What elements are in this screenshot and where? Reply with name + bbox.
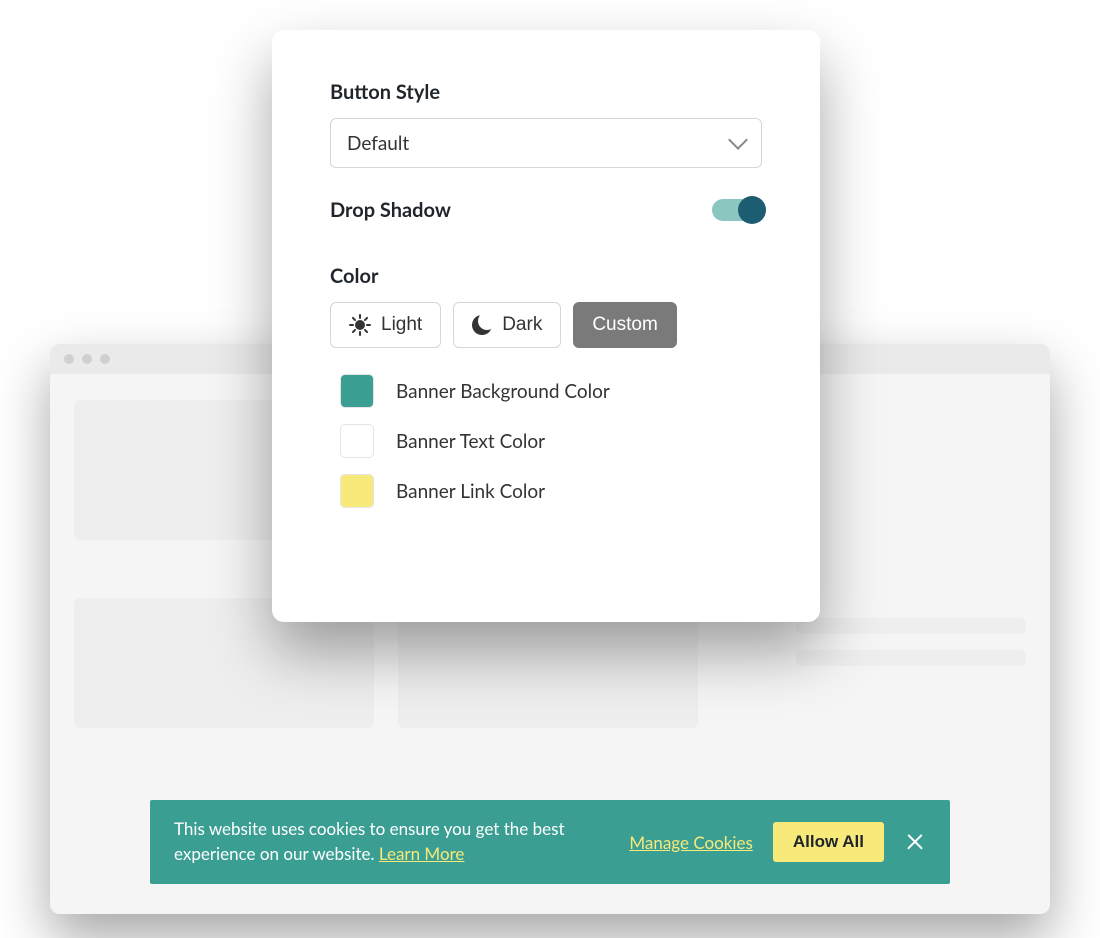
style-panel: Button Style Default Drop Shadow Color xyxy=(272,30,820,622)
color-mode-segment: Light Dark Custom xyxy=(330,302,762,348)
button-style-value: Default xyxy=(347,132,409,155)
traffic-light-green xyxy=(100,354,110,364)
button-style-select[interactable]: Default xyxy=(330,118,762,168)
color-mode-custom[interactable]: Custom xyxy=(573,302,676,348)
color-mode-custom-label: Custom xyxy=(592,314,657,336)
cookie-message: This website uses cookies to ensure you … xyxy=(174,818,565,864)
cookie-banner: This website uses cookies to ensure you … xyxy=(150,800,950,884)
color-mode-dark-label: Dark xyxy=(502,314,542,336)
manage-cookies-link[interactable]: Manage Cookies xyxy=(629,832,752,853)
close-icon[interactable] xyxy=(904,831,926,853)
swatch-row-link: Banner Link Color xyxy=(340,474,762,508)
color-mode-light-label: Light xyxy=(381,314,422,336)
chevron-down-icon xyxy=(728,130,748,150)
placeholder-block xyxy=(74,400,294,540)
swatch-link[interactable] xyxy=(340,474,374,508)
traffic-light-red xyxy=(64,354,74,364)
swatch-link-label: Banner Link Color xyxy=(396,480,545,503)
moon-icon xyxy=(472,315,492,335)
drop-shadow-toggle[interactable] xyxy=(712,199,762,221)
placeholder-line xyxy=(796,618,1026,634)
allow-all-button[interactable]: Allow All xyxy=(773,822,884,862)
cookie-text: This website uses cookies to ensure you … xyxy=(174,817,609,866)
toggle-knob xyxy=(738,196,766,224)
button-style-label: Button Style xyxy=(330,80,762,104)
swatch-text-label: Banner Text Color xyxy=(396,430,545,453)
traffic-light-yellow xyxy=(82,354,92,364)
color-mode-dark[interactable]: Dark xyxy=(453,302,561,348)
swatch-background-label: Banner Background Color xyxy=(396,380,610,403)
swatch-background[interactable] xyxy=(340,374,374,408)
color-mode-light[interactable]: Light xyxy=(330,302,441,348)
placeholder-line xyxy=(796,650,1026,666)
learn-more-link[interactable]: Learn More xyxy=(379,843,465,864)
swatch-row-background: Banner Background Color xyxy=(340,374,762,408)
swatch-row-text: Banner Text Color xyxy=(340,424,762,458)
sun-icon xyxy=(349,314,371,336)
color-label: Color xyxy=(330,264,762,288)
swatch-text[interactable] xyxy=(340,424,374,458)
drop-shadow-label: Drop Shadow xyxy=(330,198,451,222)
